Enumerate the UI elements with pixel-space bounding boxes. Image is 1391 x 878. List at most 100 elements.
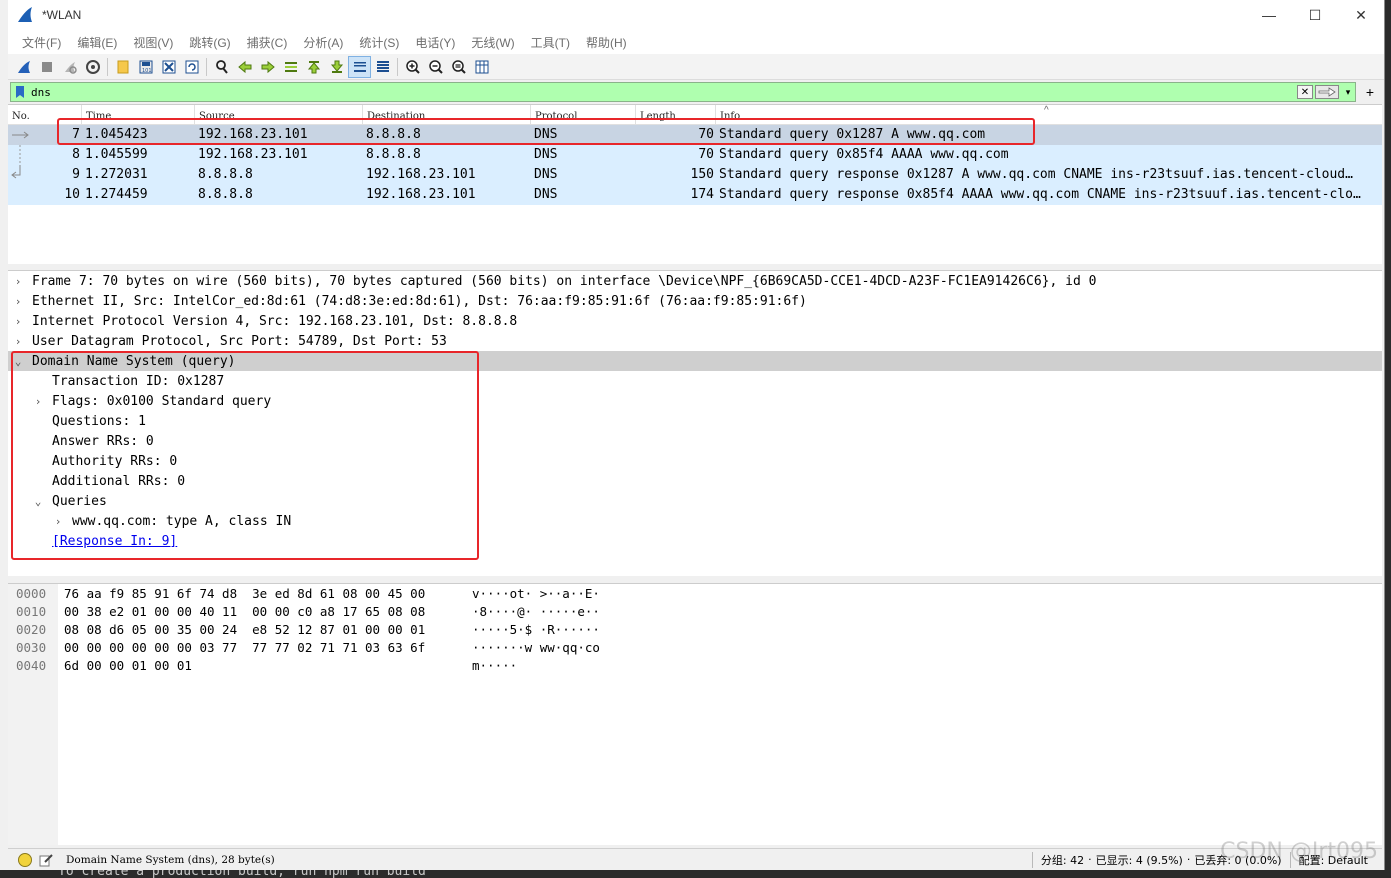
toolbar-separator (206, 57, 207, 76)
expert-info-led-icon[interactable] (18, 852, 32, 867)
reload-icon[interactable] (180, 56, 203, 78)
capture-options-icon[interactable] (81, 56, 104, 78)
chevron-right-icon[interactable]: › (12, 295, 24, 308)
menu-view[interactable]: 视图(V) (125, 34, 181, 51)
apply-filter-icon[interactable] (1315, 85, 1339, 99)
cell-info: Standard query 0x85f4 AAAA www.qq.com (719, 147, 1009, 162)
packet-row[interactable]: 8 1.045599 192.168.23.101 8.8.8.8 DNS 70… (8, 145, 1382, 165)
first-packet-icon[interactable] (302, 56, 325, 78)
detail-text: User Datagram Protocol, Src Port: 54789,… (32, 333, 447, 349)
cell-time: 1.272031 (85, 167, 148, 182)
menu-telephony[interactable]: 电话(Y) (407, 34, 463, 51)
clear-filter-icon[interactable]: ✕ (1297, 85, 1313, 99)
byte-ascii[interactable]: ·8····@· ·····e·· (472, 604, 600, 619)
cell-destination: 192.168.23.101 (366, 167, 476, 182)
menu-go[interactable]: 跳转(G) (181, 34, 238, 51)
capture-comment-icon[interactable] (38, 852, 54, 868)
display-filter-input[interactable]: dns ✕ ▾ (10, 82, 1356, 102)
go-back-icon[interactable] (233, 56, 256, 78)
zoom-out-icon[interactable] (424, 56, 447, 78)
byte-ascii[interactable]: ·······w ww·qq·co (472, 640, 600, 655)
find-packet-icon[interactable] (210, 56, 233, 78)
go-to-packet-icon[interactable] (279, 56, 302, 78)
highlight-box-packet-7 (57, 118, 1035, 145)
menu-statistics[interactable]: 统计(S) (351, 34, 407, 51)
cell-source: 192.168.23.101 (198, 147, 308, 162)
go-forward-icon[interactable] (256, 56, 279, 78)
cell-destination: 192.168.23.101 (366, 187, 476, 202)
detail-text: Frame 7: 70 bytes on wire (560 bits), 70… (32, 273, 1097, 289)
detail-row-frame[interactable]: › Frame 7: 70 bytes on wire (560 bits), … (8, 271, 1382, 291)
chevron-right-icon[interactable]: › (12, 315, 24, 328)
chevron-right-icon[interactable]: › (12, 335, 24, 348)
window-controls: — ☐ ✕ (1246, 0, 1384, 30)
cell-no: 8 (72, 147, 80, 162)
menu-capture[interactable]: 捕获(C) (239, 34, 296, 51)
byte-row[interactable]: 0010 00 38 e2 01 00 00 40 11 00 00 c0 a8… (8, 602, 1382, 620)
cell-destination: 8.8.8.8 (366, 147, 421, 162)
byte-row[interactable]: 0020 08 08 d6 05 00 35 00 24 e8 52 12 87… (8, 620, 1382, 638)
byte-row[interactable]: 0030 00 00 00 00 00 00 03 77 77 77 02 71… (8, 638, 1382, 656)
byte-hex[interactable]: 6d 00 00 01 00 01 (64, 658, 192, 673)
close-button[interactable]: ✕ (1338, 0, 1384, 30)
display-filter-bar: dns ✕ ▾ + (8, 81, 1384, 103)
filter-text[interactable]: dns (31, 86, 1297, 99)
cell-length: 174 (690, 187, 714, 202)
cell-source: 8.8.8.8 (198, 167, 253, 182)
chevron-right-icon[interactable]: › (12, 275, 24, 288)
colorize-icon[interactable] (371, 56, 394, 78)
byte-row[interactable]: 0040 6d 00 00 01 00 01 m····· (8, 656, 1382, 674)
byte-hex[interactable]: 76 aa f9 85 91 6f 74 d8 3e ed 8d 61 08 0… (64, 586, 425, 601)
chevron-down-icon[interactable]: ▾ (1341, 85, 1355, 99)
menu-edit[interactable]: 编辑(E) (69, 34, 125, 51)
toolbar-separator (397, 57, 398, 76)
add-filter-button-icon[interactable]: + (1362, 84, 1378, 100)
cell-time: 1.274459 (85, 187, 148, 202)
packet-row[interactable]: 10 1.274459 8.8.8.8 192.168.23.101 DNS 1… (8, 185, 1382, 205)
svg-text:101: 101 (142, 68, 152, 74)
csdn-watermark: CSDN @Irt095 (1220, 839, 1378, 864)
save-file-icon[interactable]: 101 (134, 56, 157, 78)
auto-scroll-icon[interactable] (348, 55, 371, 78)
byte-hex[interactable]: 00 38 e2 01 00 00 40 11 00 00 c0 a8 17 6… (64, 604, 425, 619)
cell-time: 1.045599 (85, 147, 148, 162)
toolbar-separator (107, 57, 108, 76)
byte-hex[interactable]: 08 08 d6 05 00 35 00 24 e8 52 12 87 01 0… (64, 622, 425, 637)
highlight-box-dns-query (11, 351, 479, 560)
zoom-normal-icon[interactable] (447, 56, 470, 78)
status-dot: · (1186, 853, 1191, 866)
pane-splitter[interactable] (8, 576, 1382, 582)
byte-ascii[interactable]: ·····5·$ ·R······ (472, 622, 600, 637)
menu-analyze[interactable]: 分析(A) (295, 34, 351, 51)
detail-row-ipv4[interactable]: › Internet Protocol Version 4, Src: 192.… (8, 311, 1382, 331)
last-packet-icon[interactable] (325, 56, 348, 78)
menu-file[interactable]: 文件(F) (14, 34, 69, 51)
maximize-button[interactable]: ☐ (1292, 0, 1338, 30)
close-file-icon[interactable] (157, 56, 180, 78)
menu-wireless[interactable]: 无线(W) (463, 34, 522, 51)
resize-columns-icon[interactable] (470, 56, 493, 78)
minimize-button[interactable]: — (1246, 0, 1292, 30)
byte-row[interactable]: 0000 76 aa f9 85 91 6f 74 d8 3e ed 8d 61… (8, 584, 1382, 602)
byte-ascii[interactable]: v····ot· >··a··E· (472, 586, 600, 601)
detail-row-ethernet[interactable]: › Ethernet II, Src: IntelCor_ed:8d:61 (7… (8, 291, 1382, 311)
packet-row[interactable]: 9 1.272031 8.8.8.8 192.168.23.101 DNS 15… (8, 165, 1382, 185)
cell-length: 70 (698, 147, 714, 162)
restart-icon[interactable] (58, 56, 81, 78)
wireshark-fin-icon (16, 6, 34, 24)
stop-icon[interactable] (35, 56, 58, 78)
shark-fin-start-icon[interactable] (12, 56, 35, 78)
bookmark-icon[interactable] (13, 84, 27, 100)
detail-text: Ethernet II, Src: IntelCor_ed:8d:61 (74:… (32, 293, 807, 309)
menu-tools[interactable]: 工具(T) (523, 34, 578, 51)
zoom-in-icon[interactable] (401, 56, 424, 78)
open-file-icon[interactable] (111, 56, 134, 78)
byte-offset: 0010 (16, 604, 47, 619)
byte-hex[interactable]: 00 00 00 00 00 00 03 77 77 77 02 71 71 0… (64, 640, 425, 655)
cell-info: Standard query response 0x1287 A www.qq.… (719, 167, 1353, 182)
terminal-text: To create a production build, run npm ru… (58, 870, 426, 878)
byte-ascii[interactable]: m····· (472, 658, 517, 673)
detail-text: Internet Protocol Version 4, Src: 192.16… (32, 313, 518, 329)
menu-help[interactable]: 帮助(H) (578, 34, 635, 51)
detail-row-udp[interactable]: › User Datagram Protocol, Src Port: 5478… (8, 331, 1382, 351)
